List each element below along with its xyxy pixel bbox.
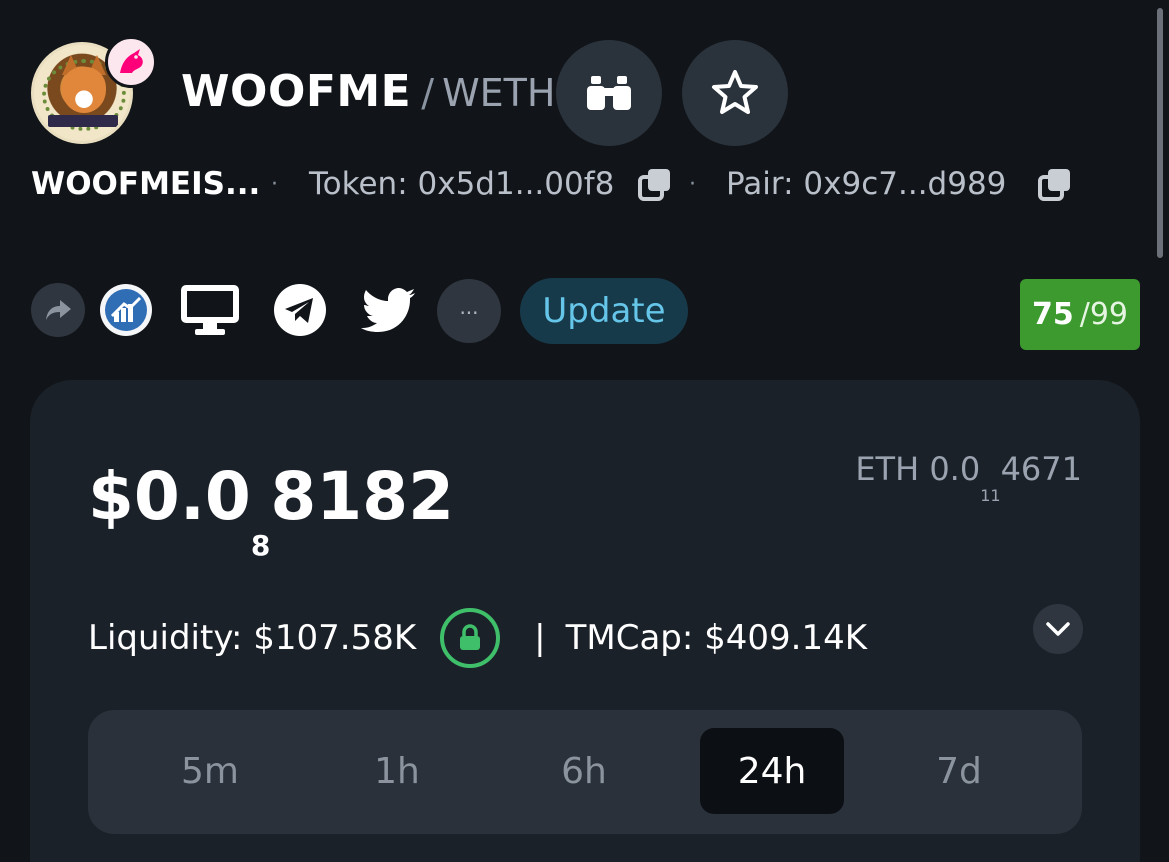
eth-price-prefix: ETH 0.0 xyxy=(855,450,981,488)
timeframe-tabs: 5m 1h 6h 24h 7d xyxy=(88,710,1082,834)
token-name: WOOFMEIS... xyxy=(31,166,261,202)
base-symbol: WOOFME xyxy=(181,66,412,117)
share-icon xyxy=(31,283,85,337)
twitter-button[interactable] xyxy=(360,280,418,340)
eth-price-digits: 4671 xyxy=(1000,450,1082,488)
token-address: 0x5d1...00f8 xyxy=(417,166,615,202)
lock-icon xyxy=(460,624,481,650)
watchlist-star-button[interactable] xyxy=(682,40,788,146)
telegram-button[interactable] xyxy=(272,280,328,340)
eth-price: ETH 0.0114671 xyxy=(855,450,1082,505)
chevron-down-icon xyxy=(1046,622,1070,636)
quote-symbol: WETH xyxy=(442,71,556,115)
chart-badge-button[interactable] xyxy=(98,280,154,340)
uniswap-unicorn-icon xyxy=(105,36,157,88)
score-value: 75 xyxy=(1031,297,1074,332)
chart-badge-icon xyxy=(100,284,152,336)
telegram-icon xyxy=(274,284,326,336)
score-badge[interactable]: 75 /99 xyxy=(1020,279,1140,350)
eth-zero-count: 11 xyxy=(980,486,1001,506)
monitor-icon xyxy=(181,285,239,335)
update-button[interactable]: Update xyxy=(520,278,688,344)
pair-label: Pair: xyxy=(726,166,794,202)
website-button[interactable] xyxy=(178,280,242,340)
tab-6h[interactable]: 6h xyxy=(512,728,656,814)
expand-stats-button[interactable] xyxy=(1033,604,1083,654)
pair-address-label[interactable]: Pair: 0x9c7...d989 xyxy=(726,166,1006,202)
pair-separator: / xyxy=(421,71,435,115)
binoculars-icon xyxy=(587,76,631,110)
liquidity-lock-button[interactable] xyxy=(440,608,501,668)
meta-bullet: · xyxy=(689,172,696,197)
tmcap-label: TMCap: xyxy=(565,618,694,658)
token-address-label[interactable]: Token: 0x5d1...00f8 xyxy=(309,166,614,202)
stats-divider: | xyxy=(534,618,546,658)
meta-bullet: · xyxy=(271,172,278,197)
tmcap-value: $409.14K xyxy=(704,618,868,658)
copy-pair-icon[interactable] xyxy=(1037,166,1073,202)
usd-price-prefix: $0.0 xyxy=(88,458,251,535)
more-label: ... xyxy=(437,279,501,343)
logo-ribbon xyxy=(48,115,118,127)
tab-24h[interactable]: 24h xyxy=(700,728,844,814)
share-button[interactable] xyxy=(31,280,85,340)
usd-zero-count: 8 xyxy=(250,529,271,563)
pair-title: WOOFME / WETH xyxy=(181,66,555,117)
tab-7d[interactable]: 7d xyxy=(887,728,1031,814)
liquidity-label: Liquidity: xyxy=(88,618,243,658)
copy-token-icon[interactable] xyxy=(637,166,673,202)
price-card: $0.088182 ETH 0.0114671 Liquidity: $107.… xyxy=(30,380,1140,862)
logo-dog-face xyxy=(62,67,106,113)
liquidity-row: Liquidity: $107.58K | TMCap: $409.14K xyxy=(88,608,867,668)
token-meta-row: WOOFMEIS... · Token: 0x5d1...00f8 · Pair… xyxy=(31,166,1169,206)
tab-5m[interactable]: 5m xyxy=(138,728,282,814)
twitter-icon xyxy=(361,288,415,332)
usd-price-digits: 8182 xyxy=(270,458,455,535)
scrollbar[interactable] xyxy=(1157,8,1163,258)
usd-price: $0.088182 xyxy=(88,458,455,562)
token-label: Token: xyxy=(309,166,408,202)
tab-1h[interactable]: 1h xyxy=(325,728,469,814)
score-max: /99 xyxy=(1079,297,1129,332)
star-icon xyxy=(712,70,758,114)
binoculars-button[interactable] xyxy=(556,40,662,146)
more-links-button[interactable]: ... xyxy=(437,278,501,344)
pair-address: 0x9c7...d989 xyxy=(803,166,1007,202)
liquidity-value: $107.58K xyxy=(253,618,417,658)
